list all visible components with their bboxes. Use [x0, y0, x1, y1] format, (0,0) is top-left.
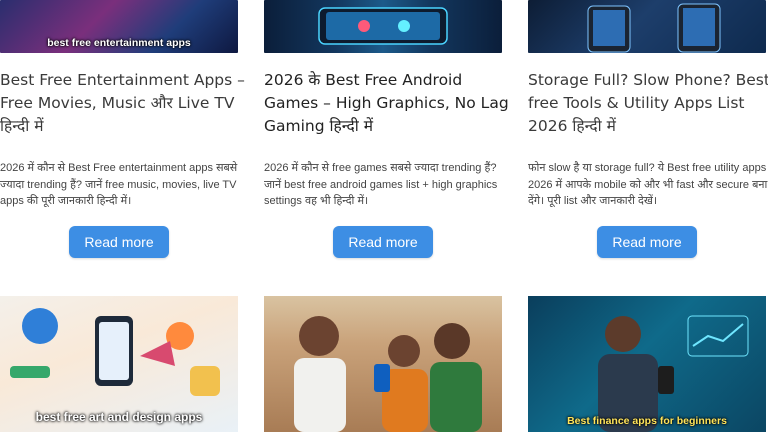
post-card-utility-apps: Storage Full? Slow Phone? Best free Tool… — [528, 0, 768, 432]
thumbnail-caption: best free entertainment apps — [47, 37, 191, 49]
post-card-entertainment: best free entertainment apps Best Free E… — [0, 0, 245, 432]
post-title-link[interactable]: Storage Full? Slow Phone? Best free Tool… — [528, 69, 768, 138]
post-excerpt: 2026 में कौन से free games सबसे ज्यादा t… — [264, 162, 498, 207]
smartphones-illustration — [587, 3, 721, 53]
post-thumbnail-rural-users[interactable] — [264, 296, 502, 432]
post-thumbnail[interactable] — [264, 0, 502, 53]
post-title-link[interactable]: 2026 के Best Free Android Games – High G… — [264, 69, 514, 138]
gaming-phone-illustration — [318, 7, 448, 45]
finance-person-illustration — [598, 315, 749, 432]
read-more-button[interactable]: Read more — [597, 226, 697, 258]
read-more-button[interactable]: Read more — [333, 226, 433, 258]
post-card-android-games: 2026 के Best Free Android Games – High G… — [264, 0, 509, 432]
post-excerpt: 2026 में कौन से Best Free entertainment … — [0, 162, 238, 207]
people-with-phone-illustration — [294, 316, 482, 432]
post-thumbnail[interactable] — [528, 0, 766, 53]
read-more-button[interactable]: Read more — [69, 226, 169, 258]
post-thumbnail-finance[interactable]: Best finance apps for beginners — [528, 296, 766, 432]
thumbnail-caption: best free art and design apps — [35, 410, 203, 424]
post-thumbnail[interactable]: best free entertainment apps — [0, 0, 238, 53]
post-excerpt: फोन slow है या storage full? ये Best fre… — [528, 162, 768, 207]
thumbnail-caption: Best finance apps for beginners — [567, 415, 727, 427]
post-title-link[interactable]: Best Free Entertainment Apps – Free Movi… — [0, 69, 250, 138]
post-thumbnail-art-design[interactable]: best free art and design apps — [0, 296, 238, 432]
